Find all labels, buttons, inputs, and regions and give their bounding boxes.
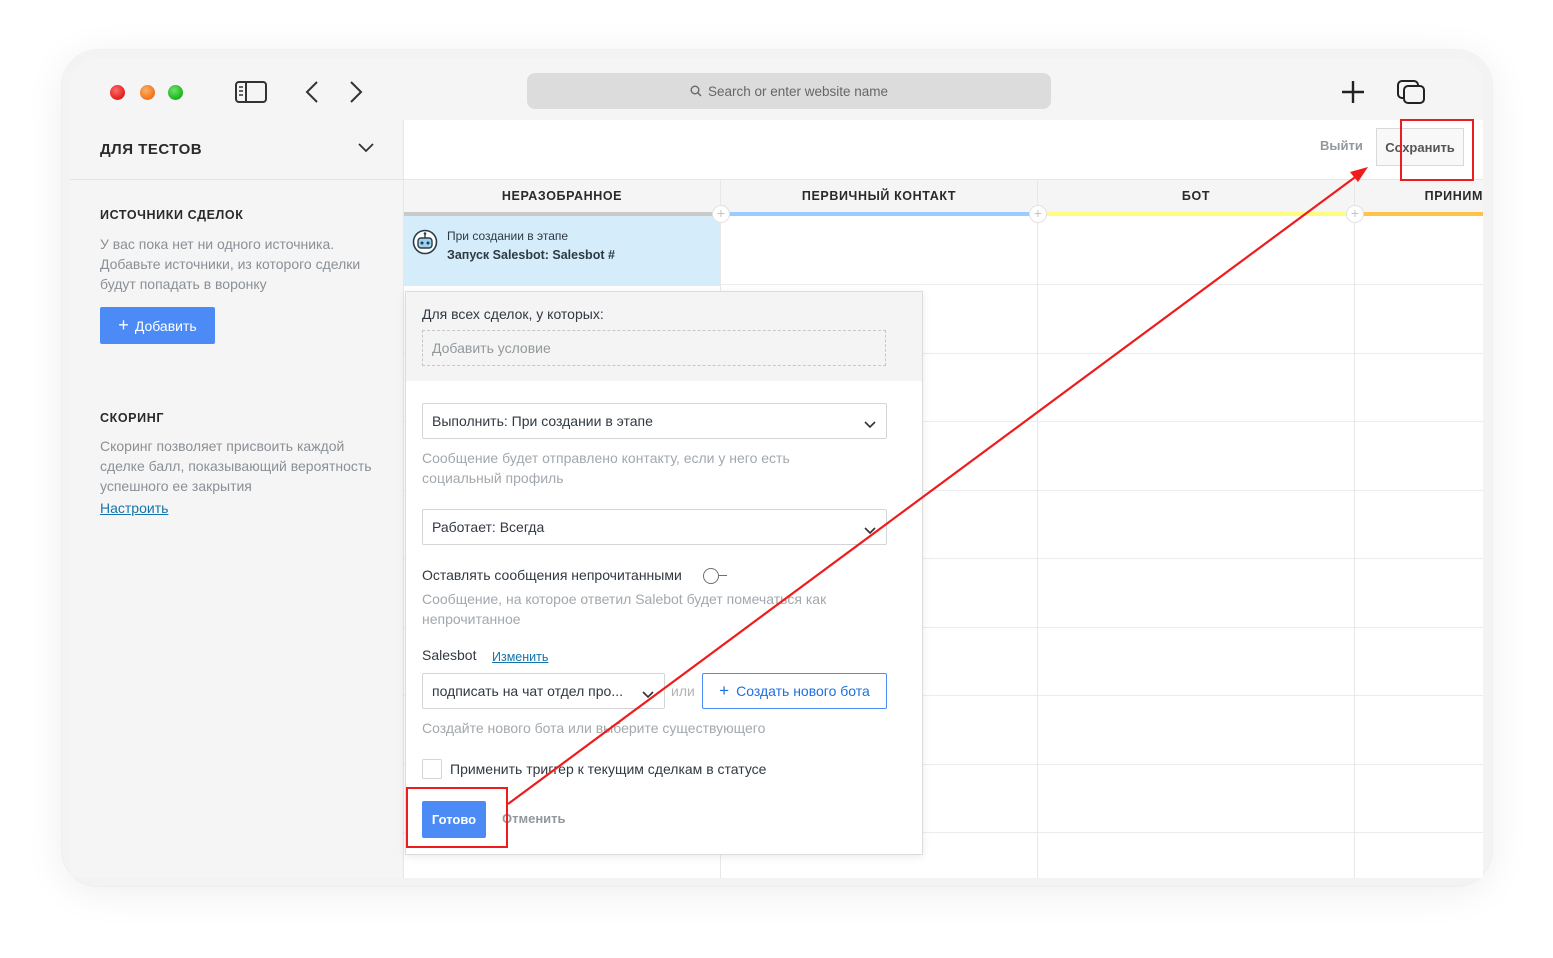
add-source-label: Добавить: [134, 317, 197, 334]
plus-icon[interactable]: [1336, 78, 1370, 106]
bot-select-value: подписать на чат отдел про...: [432, 683, 623, 699]
bot-select[interactable]: подписать на чат отдел про...: [422, 673, 665, 709]
unread-label: Оставлять сообщения непрочитанными: [422, 567, 682, 583]
condition-label: Для всех сделок, у которых:: [422, 306, 604, 322]
chevron-down-icon: [358, 140, 374, 158]
minimize-window-button[interactable]: [140, 85, 155, 100]
address-bar[interactable]: Search or enter website name: [527, 73, 1051, 109]
sources-title: ИСТОЧНИКИ СДЕЛОК: [100, 208, 244, 222]
apply-existing-checkbox[interactable]: [422, 759, 442, 779]
add-stage-icon[interactable]: +: [1346, 205, 1364, 223]
chevron-down-icon: [864, 522, 876, 538]
tabs-overview-icon[interactable]: [1394, 78, 1428, 106]
create-bot-label: Создать нового бота: [736, 683, 870, 699]
stage-color-line: [721, 212, 1037, 216]
stage-color-line: [1038, 212, 1354, 216]
robot-icon: [412, 229, 438, 260]
unread-hint: Сообщение, на которое ответил Salebot бу…: [422, 591, 827, 627]
works-select-value: Работает: Всегда: [432, 519, 545, 535]
sidebar-toggle-icon[interactable]: [234, 78, 268, 106]
chevron-down-icon: [864, 416, 876, 432]
scoring-title: СКОРИНГ: [100, 411, 165, 425]
stage-title[interactable]: БОТ: [1038, 180, 1354, 212]
exit-button[interactable]: Выйти: [1320, 138, 1363, 153]
stage-column: ПРИНИМ: [1355, 180, 1483, 878]
apply-existing-label: Применить триггер к текущим сделкам в ст…: [450, 761, 767, 777]
salesbot-label: Salesbot: [422, 647, 477, 663]
execute-select[interactable]: Выполнить: При создании в этапе: [422, 403, 887, 439]
change-bot-link[interactable]: Изменить: [492, 650, 548, 664]
left-panel: ДЛЯ ТЕСТОВ ИСТОЧНИКИ СДЕЛОК У вас пока н…: [70, 120, 404, 878]
or-text: или: [671, 683, 695, 699]
pipeline-selector[interactable]: ДЛЯ ТЕСТОВ: [70, 120, 404, 180]
unread-toggle[interactable]: [703, 568, 719, 584]
save-highlight-box: [1400, 119, 1474, 181]
add-condition-field[interactable]: Добавить условие: [422, 330, 886, 366]
close-window-button[interactable]: [110, 85, 125, 100]
cancel-button[interactable]: Отменить: [502, 811, 566, 826]
add-source-button[interactable]: + Добавить: [100, 307, 215, 344]
app-area: ДЛЯ ТЕСТОВ ИСТОЧНИКИ СДЕЛОК У вас пока н…: [70, 120, 1483, 878]
sources-text: У вас пока нет ни одного источника. Доба…: [100, 236, 361, 292]
address-placeholder: Search or enter website name: [707, 83, 889, 99]
browser-toolbar: Search or enter website name: [70, 58, 1483, 120]
create-bot-hint: Создайте нового бота или выберите сущест…: [422, 720, 766, 736]
stage-title[interactable]: ПЕРВИЧНЫЙ КОНТАКТ: [721, 180, 1037, 212]
stage-column: БОТ: [1038, 180, 1355, 878]
trigger-settings-popup: Для всех сделок, у которых: Добавить усл…: [405, 291, 923, 855]
stage-color-line: [1355, 212, 1483, 216]
plus-icon: +: [719, 681, 730, 700]
trigger-event: При создании в этапе: [447, 229, 569, 243]
trigger-card[interactable]: При создании в этапе Запуск Salesbot: Sa…: [404, 216, 720, 286]
stage-title[interactable]: НЕРАЗОБРАННОЕ: [404, 180, 720, 212]
back-icon[interactable]: [300, 78, 324, 106]
add-stage-icon[interactable]: +: [1029, 205, 1047, 223]
search-icon: [690, 85, 702, 97]
add-stage-icon[interactable]: +: [712, 205, 730, 223]
chevron-down-icon: [642, 686, 654, 702]
forward-icon[interactable]: [344, 78, 368, 106]
browser-window: Search or enter website name ДЛЯ ТЕСТОВ …: [70, 58, 1483, 878]
plus-icon: +: [118, 315, 129, 335]
pipeline-topbar: Выйти Сохранить: [404, 120, 1483, 180]
trigger-action: Запуск Salesbot: Salesbot #: [447, 248, 615, 262]
scoring-setup-link[interactable]: Настроить: [100, 500, 168, 516]
pipeline-name: ДЛЯ ТЕСТОВ: [100, 141, 203, 158]
scoring-text: Скоринг позволяет присвоить каждой сделк…: [100, 438, 372, 494]
condition-section: Для всех сделок, у которых: Добавить усл…: [406, 292, 922, 381]
done-highlight-box: [406, 787, 508, 848]
stage-title[interactable]: ПРИНИМ: [1355, 180, 1483, 212]
create-bot-button[interactable]: + Создать нового бота: [702, 673, 887, 709]
unread-toggle-track: [719, 575, 727, 576]
works-select[interactable]: Работает: Всегда: [422, 509, 887, 545]
zoom-window-button[interactable]: [168, 85, 183, 100]
execute-hint: Сообщение будет отправлено контакту, есл…: [422, 450, 790, 486]
execute-select-value: Выполнить: При создании в этапе: [432, 413, 653, 429]
